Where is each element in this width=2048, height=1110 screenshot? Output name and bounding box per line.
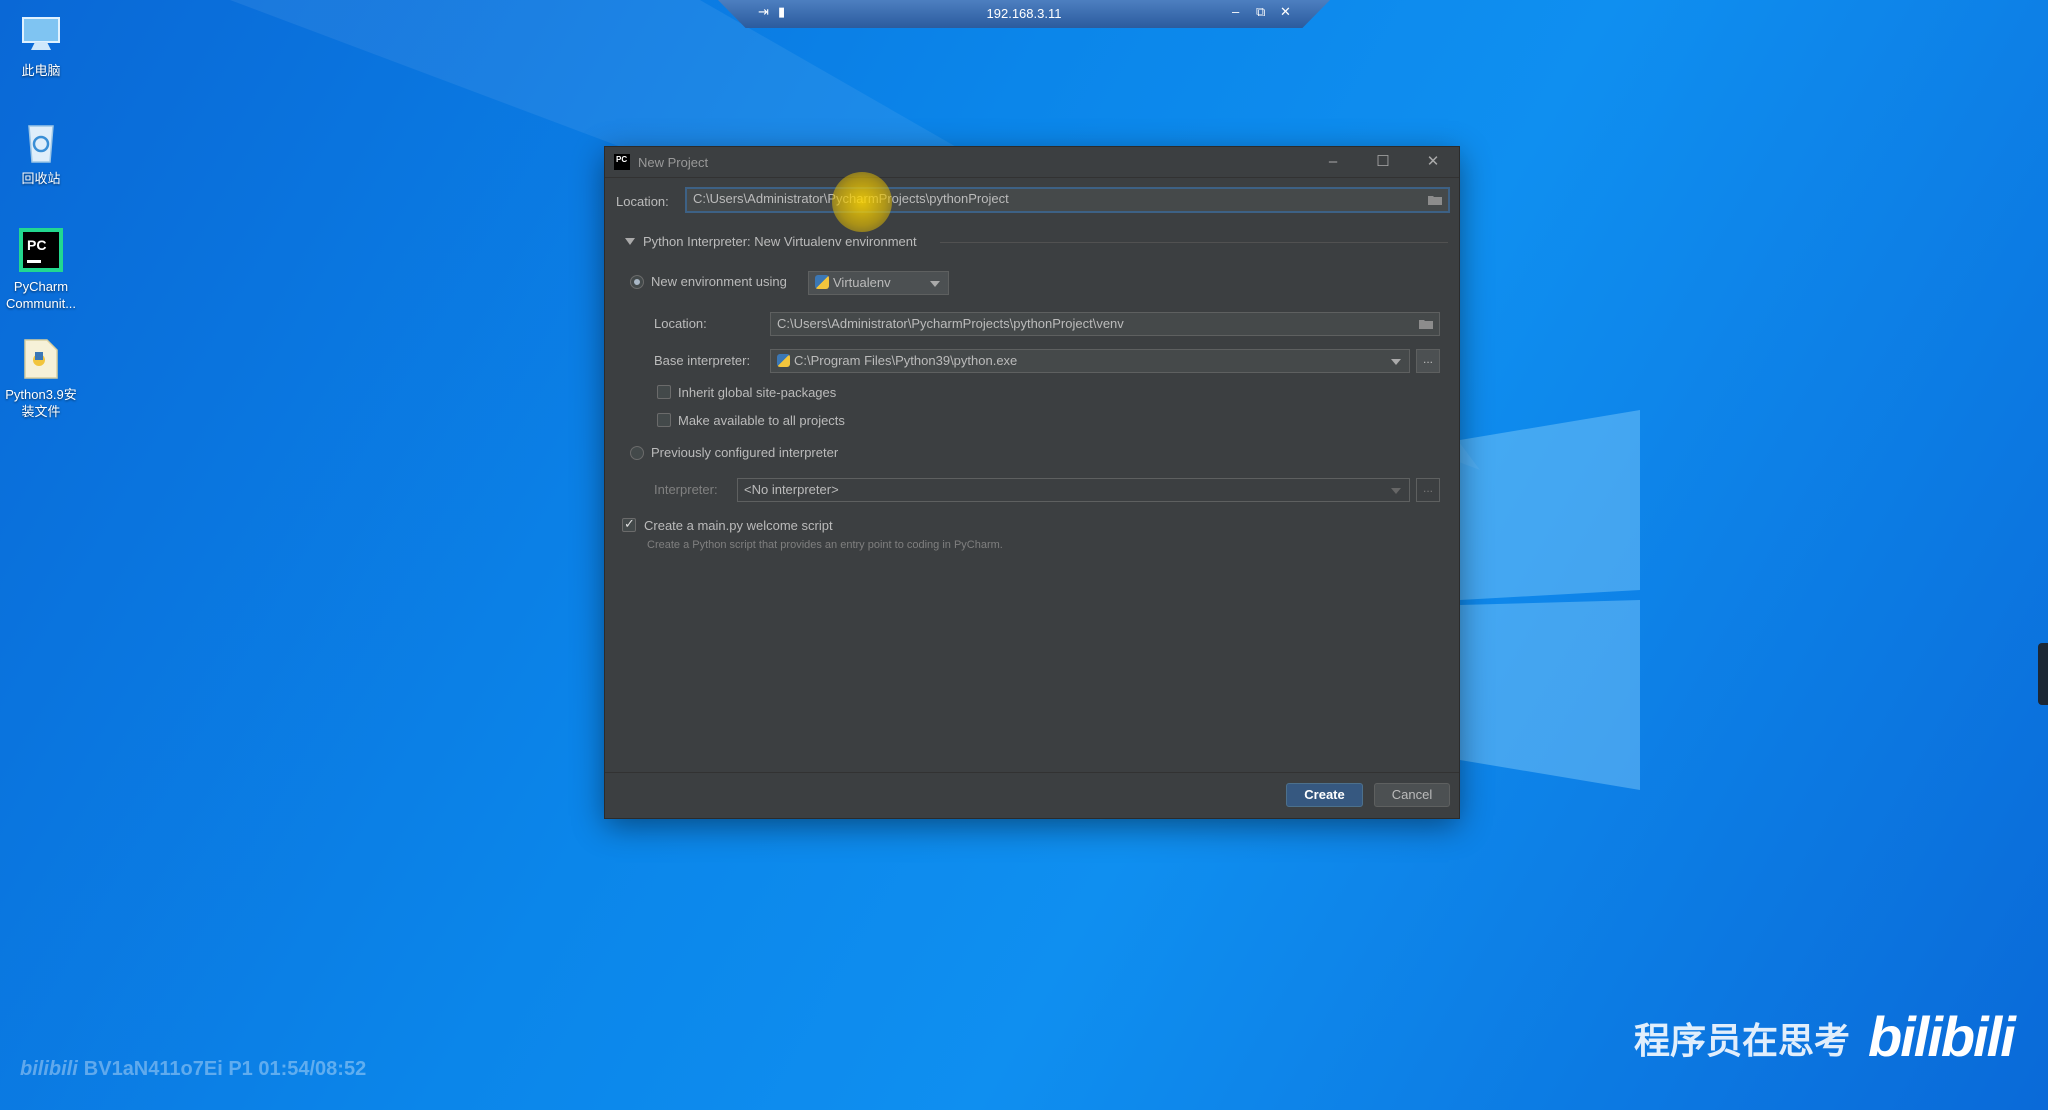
venv-location-input[interactable]: C:\Users\Administrator\PycharmProjects\p… (770, 312, 1440, 336)
interpreter-section-title[interactable]: Python Interpreter: New Virtualenv envir… (643, 234, 917, 249)
inherit-packages-label[interactable]: Inherit global site-packages (678, 385, 836, 400)
bilibili-watermark-left: bilibili BV1aN411o7Ei P1 01:54/08:52 (20, 1058, 366, 1081)
chevron-down-icon (1391, 359, 1401, 365)
bilibili-logo-small: bilibili (20, 1058, 78, 1080)
desktop-icon-label: PyCharm Communit... (5, 279, 77, 311)
close-button[interactable]: ✕ (1413, 151, 1453, 173)
project-location-value: C:\Users\Administrator\PycharmProjects\p… (693, 191, 1009, 206)
venv-location-label: Location: (654, 316, 707, 331)
desktop-icon-recycle-bin[interactable]: 回收站 (0, 118, 82, 187)
chevron-down-icon (930, 281, 940, 287)
welcome-script-description: Create a Python script that provides an … (647, 539, 1003, 551)
minimize-button[interactable]: – (1313, 151, 1353, 173)
recycle-bin-icon (28, 125, 54, 163)
browse-folder-icon[interactable] (1419, 319, 1433, 329)
channel-name-watermark: 程序员在思考 (1633, 1020, 1850, 1061)
environment-tool-select[interactable]: Virtualenv (808, 271, 949, 295)
video-info: BV1aN411o7Ei P1 01:54/08:52 (83, 1058, 367, 1080)
make-available-checkbox[interactable] (657, 413, 671, 427)
welcome-script-checkbox[interactable] (622, 516, 636, 532)
virtualenv-icon (815, 275, 829, 289)
new-environment-radio[interactable] (630, 275, 644, 289)
interpreter-value: <No interpreter> (744, 482, 839, 497)
footer-divider (605, 772, 1459, 773)
section-divider (940, 242, 1448, 243)
new-environment-label[interactable]: New environment using (651, 274, 787, 289)
desktop-icon-pycharm[interactable]: PC PyCharm Communit... (0, 226, 82, 312)
restore-icon[interactable]: ⧉ (1256, 4, 1265, 20)
edge-scroll-indicator (2038, 643, 2048, 705)
browse-interpreter-button[interactable]: ... (1416, 349, 1440, 373)
maximize-button[interactable]: ☐ (1363, 151, 1403, 173)
base-interpreter-value: C:\Program Files\Python39\python.exe (794, 353, 1018, 368)
previous-interpreter-radio[interactable] (630, 446, 644, 460)
remote-connection-bar: ⇥ ▮ 192.168.3.11 – ⧉ ✕ (718, 0, 1330, 28)
dialog-titlebar[interactable]: PC New Project – ☐ ✕ (605, 147, 1459, 178)
desktop-icon-label: Python3.9安装文件 (5, 387, 77, 419)
welcome-script-label[interactable]: Create a main.py welcome script (644, 518, 833, 533)
python-icon (777, 354, 790, 367)
cancel-button[interactable]: Cancel (1374, 783, 1450, 807)
new-project-dialog: PC New Project – ☐ ✕ Location: C:\Users\… (605, 147, 1459, 818)
computer-icon (22, 17, 60, 50)
interpreter-label: Interpreter: (654, 482, 718, 497)
chevron-down-icon (1391, 488, 1401, 494)
environment-tool-value: Virtualenv (833, 275, 891, 290)
base-interpreter-select[interactable]: C:\Program Files\Python39\python.exe (770, 349, 1410, 373)
interpreter-select[interactable]: <No interpreter> (737, 478, 1410, 502)
base-interpreter-label: Base interpreter: (654, 353, 751, 368)
desktop-icon-python-installer[interactable]: Python3.9安装文件 (0, 334, 82, 420)
pycharm-logo-icon: PC (614, 154, 630, 170)
minimize-icon[interactable]: – (1232, 4, 1239, 19)
folder-icon (24, 339, 58, 379)
bilibili-logo: bilibili (1868, 1005, 2016, 1068)
project-location-input[interactable]: C:\Users\Administrator\PycharmProjects\p… (685, 187, 1450, 213)
inherit-packages-checkbox[interactable] (657, 385, 671, 399)
previous-interpreter-label[interactable]: Previously configured interpreter (651, 445, 838, 460)
collapse-chevron-icon[interactable] (625, 238, 635, 245)
pycharm-icon: PC (19, 228, 63, 272)
svg-text:PC: PC (27, 237, 46, 253)
browse-interpreter-button-disabled[interactable]: ... (1416, 478, 1440, 502)
dialog-title: New Project (638, 155, 709, 170)
venv-location-value: C:\Users\Administrator\PycharmProjects\p… (777, 316, 1124, 331)
create-button[interactable]: Create (1286, 783, 1363, 807)
browse-folder-icon[interactable] (1428, 195, 1442, 205)
location-label: Location: (616, 194, 669, 209)
make-available-label[interactable]: Make available to all projects (678, 413, 845, 428)
desktop-icon-label: 回收站 (21, 171, 61, 186)
desktop-icon-this-pc[interactable]: 此电脑 (0, 10, 82, 79)
close-icon[interactable]: ✕ (1280, 4, 1291, 20)
desktop-icon-label: 此电脑 (21, 63, 61, 78)
